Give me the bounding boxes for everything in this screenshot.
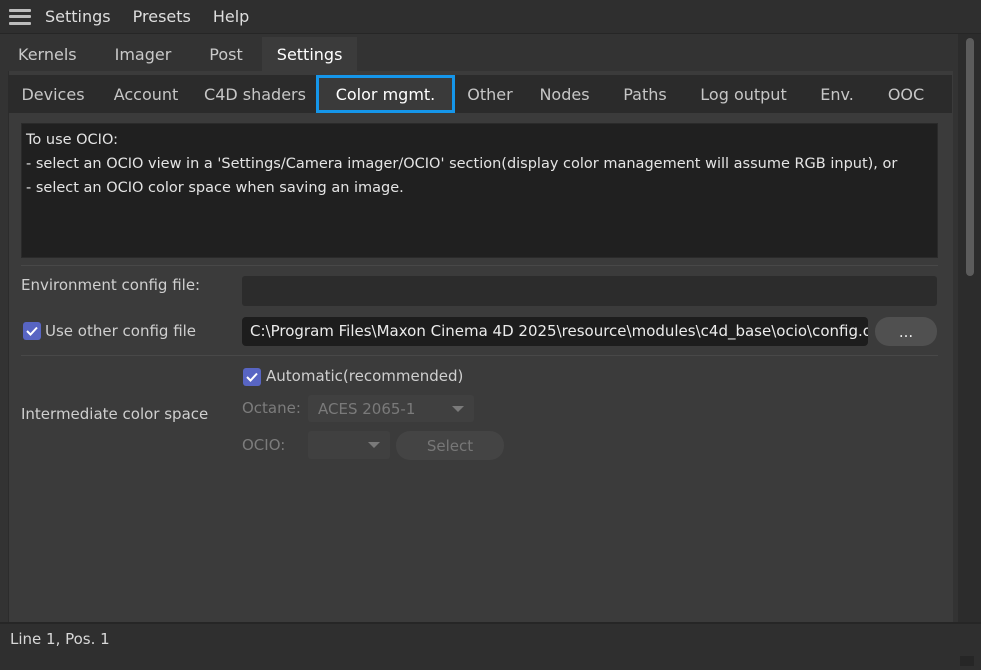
browse-button[interactable]: ...	[875, 317, 937, 346]
chevron-down-icon	[368, 442, 380, 448]
tab-settings[interactable]: Settings	[261, 37, 358, 71]
resize-grip[interactable]	[960, 656, 974, 666]
select-button: Select	[396, 431, 504, 460]
tab-log-output[interactable]: Log output	[686, 75, 801, 113]
tab-account[interactable]: Account	[98, 75, 194, 113]
menu-help[interactable]: Help	[213, 7, 249, 26]
octane-label: Octane:	[242, 399, 301, 417]
hamburger-menu-icon[interactable]	[9, 8, 31, 25]
use-other-config-label[interactable]: Use other config file	[45, 322, 196, 340]
ocio-info-text[interactable]: To use OCIO: - select an OCIO view in a …	[21, 123, 938, 258]
menu-bar: Settings Presets Help	[0, 0, 981, 34]
tab-kernels[interactable]: Kernels	[0, 37, 96, 71]
env-config-field[interactable]	[242, 276, 937, 306]
tab-ooc[interactable]: OOC	[873, 75, 939, 113]
tab-color-mgmt[interactable]: Color mgmt.	[316, 75, 455, 113]
automatic-checkbox[interactable]	[243, 368, 261, 386]
divider	[21, 265, 938, 266]
divider	[21, 355, 938, 356]
cursor-position-status: Line 1, Pos. 1	[10, 630, 110, 648]
status-bar: Line 1, Pos. 1	[0, 622, 981, 670]
ocio-label: OCIO:	[242, 436, 286, 454]
info-line: To use OCIO:	[26, 132, 119, 148]
main-tab-bar: Kernels Imager Post Settings	[0, 37, 960, 71]
tab-c4d-shaders[interactable]: C4D shaders	[194, 75, 316, 113]
tab-nodes[interactable]: Nodes	[525, 75, 604, 113]
sub-tab-bar: Devices Account C4D shaders Color mgmt. …	[8, 75, 952, 113]
intermediate-color-space-label: Intermediate color space	[21, 405, 209, 423]
octane-colorspace-value: ACES 2065-1	[318, 399, 416, 418]
checkmark-icon	[26, 326, 38, 336]
ocio-colorspace-dropdown	[308, 431, 390, 459]
use-other-config-checkbox[interactable]	[23, 322, 41, 340]
chevron-down-icon	[452, 405, 464, 412]
config-path-field[interactable]: C:\Program Files\Maxon Cinema 4D 2025\re…	[242, 317, 868, 346]
env-config-label: Environment config file:	[21, 276, 201, 294]
checkmark-icon	[246, 372, 258, 382]
tab-devices[interactable]: Devices	[8, 75, 98, 113]
tab-imager[interactable]: Imager	[96, 37, 191, 71]
info-line: - select an OCIO color space when saving…	[26, 180, 404, 196]
octane-colorspace-dropdown: ACES 2065-1	[308, 395, 474, 422]
tab-env[interactable]: Env.	[801, 75, 873, 113]
tab-other[interactable]: Other	[455, 75, 525, 113]
info-line: - select an OCIO view in a 'Settings/Cam…	[26, 156, 898, 172]
automatic-label[interactable]: Automatic(recommended)	[266, 367, 463, 385]
scrollbar-thumb[interactable]	[966, 38, 974, 276]
menu-presets[interactable]: Presets	[133, 7, 191, 26]
tab-paths[interactable]: Paths	[604, 75, 686, 113]
tab-post[interactable]: Post	[190, 37, 261, 71]
menu-settings[interactable]: Settings	[45, 7, 111, 26]
